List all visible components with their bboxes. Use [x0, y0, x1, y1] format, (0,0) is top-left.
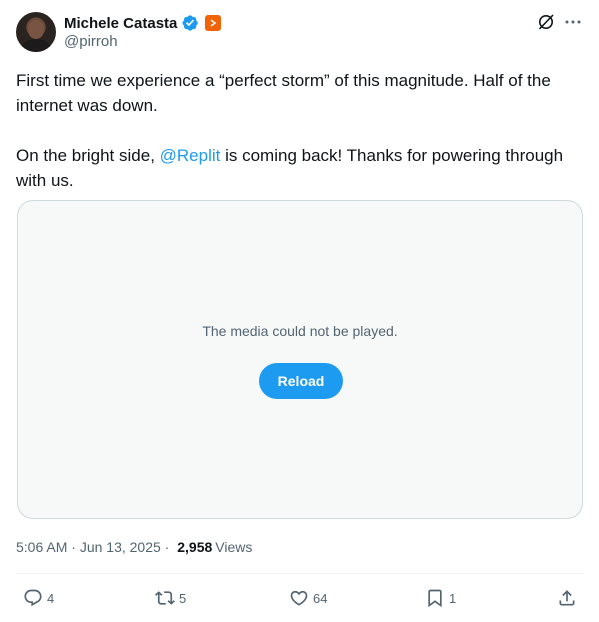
bookmark-button[interactable]: 1: [425, 588, 456, 608]
grok-icon[interactable]: [536, 12, 556, 32]
avatar[interactable]: [16, 12, 56, 52]
author-handle[interactable]: @pirroh: [64, 33, 118, 50]
views-count: 2,958: [177, 539, 213, 555]
share-icon: [559, 590, 575, 606]
avatar-face: [28, 20, 44, 39]
repost-button[interactable]: 5: [155, 588, 186, 608]
reply-button[interactable]: 4: [23, 588, 54, 608]
like-count: 64: [313, 590, 328, 606]
tweet-time[interactable]: 5:06 AM: [16, 539, 67, 555]
tweet-date[interactable]: Jun 13, 2025: [80, 539, 161, 555]
like-button[interactable]: 64: [289, 588, 327, 608]
tweet-meta: 5:06 AM · Jun 13, 2025 · 2,958 Views: [16, 538, 252, 556]
views-label: Views: [215, 539, 253, 555]
author-name[interactable]: Michele Catasta: [64, 15, 177, 32]
bookmark-count: 1: [449, 590, 457, 606]
media-container: The media could not be played. Reload: [17, 200, 583, 519]
share-button[interactable]: [557, 588, 577, 608]
author-name-row: Michele Catasta: [64, 13, 222, 33]
meta-separator: ·: [160, 539, 174, 555]
tweet-card: Michele Catasta @pirroh First time we ex…: [0, 0, 599, 622]
reply-icon: [24, 589, 42, 607]
tweet-paragraph-1: First time we experience a “perfect stor…: [16, 71, 551, 115]
meta-separator: ·: [67, 539, 80, 555]
tweet-text-part: On the bright side,: [16, 146, 160, 165]
repost-count: 5: [179, 590, 187, 606]
avatar-body: [21, 39, 51, 52]
reply-count: 4: [47, 590, 55, 606]
affiliation-badge-icon[interactable]: [205, 15, 222, 31]
media-error-message: The media could not be played.: [202, 323, 398, 339]
heart-icon: [290, 590, 308, 606]
tweet-paragraph-2: On the bright side, @Replit is coming ba…: [16, 143, 586, 193]
mention-link[interactable]: @Replit: [160, 146, 221, 165]
more-icon[interactable]: [563, 12, 583, 32]
bookmark-icon: [428, 589, 442, 608]
divider: [16, 573, 583, 574]
repost-icon: [155, 591, 175, 605]
verified-badge-icon[interactable]: [181, 14, 199, 32]
reload-button[interactable]: Reload: [259, 363, 343, 399]
tweet-text: First time we experience a “perfect stor…: [16, 68, 586, 193]
